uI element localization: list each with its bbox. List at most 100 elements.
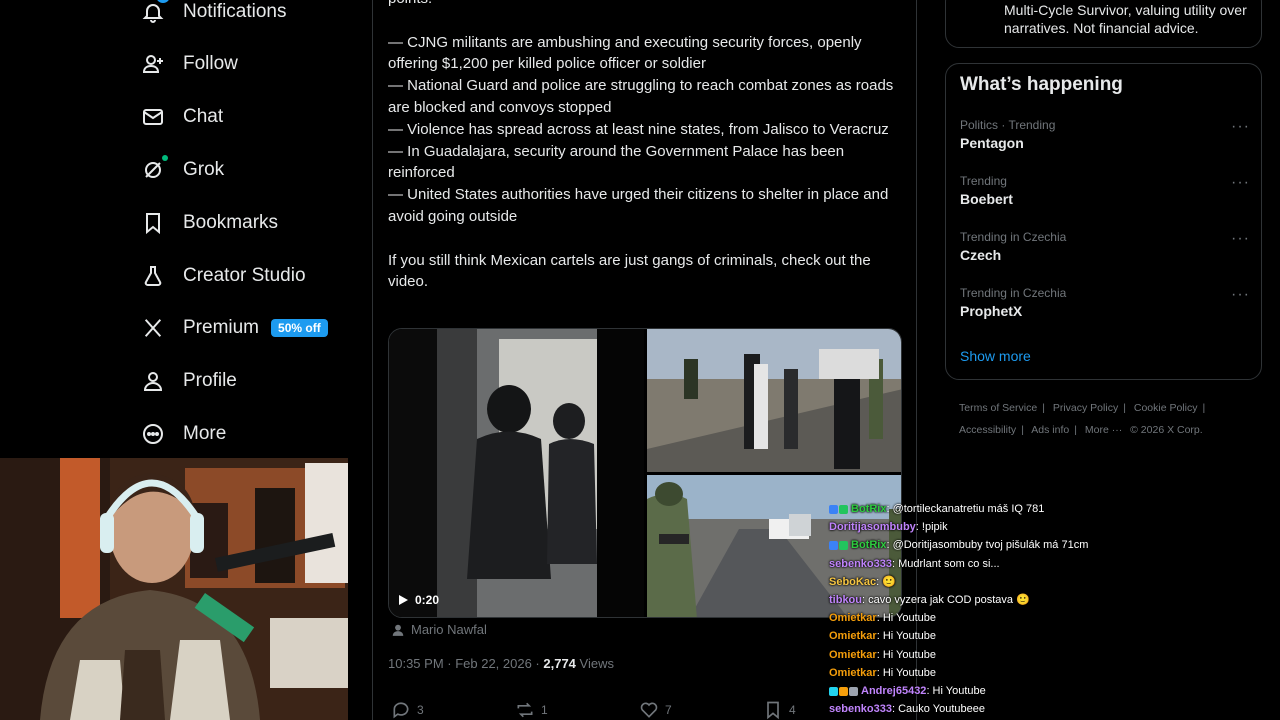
trend-category: Trending in Czechia [960,286,1067,300]
more-options-icon[interactable]: ··· [1231,118,1250,136]
chat-text: : Hi Youtube [876,630,937,643]
more-options-icon[interactable]: ··· [1231,286,1250,304]
repost-count: 1 [541,703,548,717]
footer-separator: | [1202,402,1206,414]
chat-text: : 🙂 [876,575,896,588]
trend-item[interactable]: Trending in Czechia Czech ··· [960,230,1250,263]
post-bullet: — CJNG militants are ambushing and execu… [388,33,862,73]
video-player[interactable]: 0:20 [388,328,902,618]
like-button[interactable]: 7 [639,700,763,720]
footer-link-cookies[interactable]: Cookie Policy [1134,402,1198,414]
chat-text: : @tortileckanatretiu máš IQ 781 [886,503,1045,516]
chat-badge-icon [839,686,848,696]
nav-label: Chat [183,106,224,127]
like-count: 7 [665,703,672,717]
show-more-link[interactable]: Show more [960,348,1031,364]
trend-name: Czech [960,247,1002,263]
envelope-icon [140,104,166,130]
bookmark-icon [140,210,166,236]
chat-message: BotRix: @Doritijasombuby tvoj pišulák má… [829,536,1129,554]
footer-link-privacy[interactable]: Privacy Policy [1053,402,1118,414]
trend-item[interactable]: Trending Boebert ··· [960,174,1250,207]
chat-username: sebenko333 [829,557,892,570]
chat-username: sebenko333 [829,703,892,716]
trends-panel: What’s happening Politics · Trending Pen… [945,63,1262,380]
trend-name: Pentagon [960,135,1024,151]
nav-item-follow[interactable]: Follow [140,44,238,84]
chat-message: sebenko333: Mudrlant som co si... [829,555,1129,573]
reply-button[interactable]: 3 [391,700,515,720]
views-count: 2,774 [543,656,576,671]
footer-separator: | [1021,424,1024,436]
webcam-feed [0,458,348,720]
chat-username: Doritijasombuby [829,521,916,534]
chat-message: SeboKac: 🙂 [829,573,1129,591]
chat-badge-icon [829,541,838,551]
chat-username: Omietkar [829,630,877,643]
nav-item-notifications[interactable]: 3 Notifications [140,0,287,32]
stream-chat-overlay: BotRix: @tortileckanatretiu máš IQ 781 Do… [829,500,1129,718]
heart-icon [640,702,658,718]
chat-username: Andrej65432 [861,685,927,698]
video-thumbnail [389,329,901,617]
post-body: points: — CJNG militants are ambushing a… [388,0,908,293]
bell-icon: 3 [140,0,170,25]
nav-item-creator-studio[interactable]: Creator Studio [140,256,306,296]
nav-label: Creator Studio [183,265,306,286]
more-options-icon[interactable]: ··· [1231,230,1250,248]
chat-badges [829,500,849,518]
footer-link-ads[interactable]: Ads info [1031,424,1069,436]
chat-text: : cavo vyzera jak COD postava 🙂 [862,594,1030,607]
bookmark-icon [767,701,779,720]
webcam-overlay [0,458,348,720]
profile-bio: Multi-Cycle Survivor, valuing utility ov… [1004,2,1247,36]
nav-label: Profile [183,370,237,391]
chat-text: : Mudrlant som co si... [891,557,1000,570]
person-icon [392,624,404,636]
post-timestamp[interactable]: 10:35 PM · Feb 22, 2026 · [388,656,543,671]
nav-label: Grok [183,159,225,180]
footer-links: Terms of Service | Privacy Policy | Cookie… [959,397,1259,441]
footer-link-accessibility[interactable]: Accessibility [959,424,1016,436]
trend-item[interactable]: Trending in Czechia ProphetX ··· [960,286,1250,319]
source-name: Mario Nawfal [411,622,487,637]
chat-username: BotRix [851,503,887,516]
nav-label: Premium [183,317,260,338]
nav-item-chat[interactable]: Chat [140,97,223,137]
nav-item-more[interactable]: More [140,414,226,454]
chat-username: SeboKac [829,575,877,588]
chat-username: BotRix [851,539,887,552]
chat-text: : Hi Youtube [926,685,986,698]
chat-text: : Cauko Youtubeee [891,703,985,716]
post-bullet: — United States authorities have urged t… [388,186,889,225]
more-circle-icon [140,421,166,447]
nav-item-grok[interactable]: Grok [140,150,224,190]
trend-category: Politics · Trending [960,118,1056,132]
nav-label: Bookmarks [183,212,279,233]
trend-item[interactable]: Politics · Trending Pentagon ··· [960,118,1250,151]
app-root: 3 Notifications Follow Chat Grok [0,0,1280,720]
nav-item-premium[interactable]: Premium 50% off [140,308,328,348]
nav-item-bookmarks[interactable]: Bookmarks [140,203,278,243]
copyright: © 2026 X Corp. [1130,424,1203,436]
repost-button[interactable]: 1 [515,700,639,720]
chat-message: BotRix: @tortileckanatretiu máš IQ 781 [829,500,1129,518]
footer-link-more[interactable]: More ··· [1085,424,1122,436]
post-actions: 3 1 7 4 [391,700,891,720]
chat-badge-icon [839,504,848,514]
nav-label: Notifications [183,1,287,22]
chat-message: Omietkar: Hi Youtube [829,609,1129,627]
footer-link-terms[interactable]: Terms of Service [959,402,1037,414]
chat-message: Omietkar: Hi Youtube [829,627,1129,645]
nav-item-profile[interactable]: Profile [140,361,237,401]
video-duration[interactable]: 0:20 [397,593,439,607]
more-options-icon[interactable]: ··· [1231,174,1250,192]
video-source[interactable]: Mario Nawfal [391,622,487,637]
trend-category: Trending in Czechia [960,230,1067,244]
chat-message: Omietkar: Hi Youtube [829,646,1129,664]
chat-badges [829,536,849,554]
footer-separator: | [1074,424,1077,436]
footer-separator: | [1123,402,1126,414]
chat-username: Omietkar [829,666,877,679]
person-plus-icon [140,51,166,77]
